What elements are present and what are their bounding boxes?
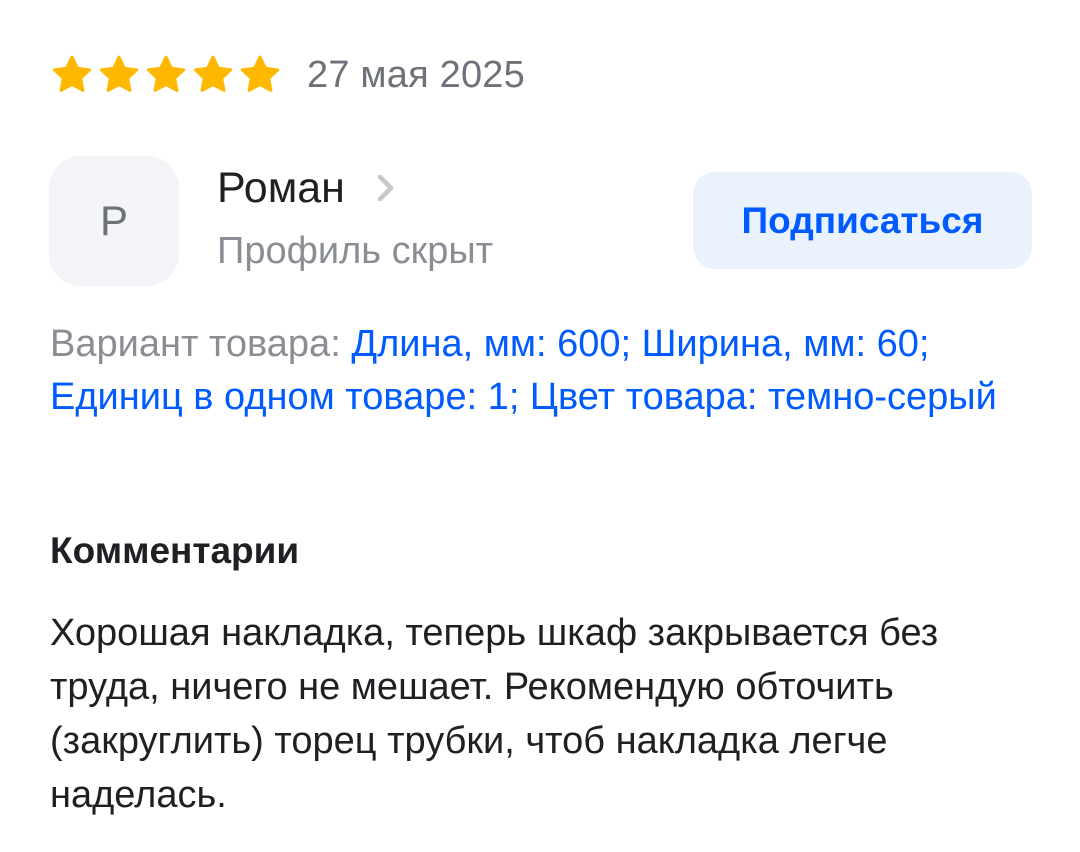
star-icon [144,53,188,97]
review-date: 27 мая 2025 [307,53,525,96]
avatar-letter: Р [99,197,128,244]
author-name[interactable]: Роман [217,164,345,213]
author-info: Роман Профиль скрыт [217,160,493,273]
profile-status: Профиль скрыт [217,230,494,272]
author-profile-link[interactable]: Роман [217,160,493,216]
avatar[interactable]: Р [49,156,179,286]
subscribe-button[interactable]: Подписаться [693,172,1032,269]
star-icon [97,53,141,97]
comment-text: Хорошая накладка, теперь шкаф закрываетс… [50,612,939,816]
review-card: 27 мая 2025 Р Роман Профиль скрыт Подпис… [0,0,1080,852]
product-variant: Вариант товара: Длина, мм: 600; Ширина, … [50,318,1040,424]
rating-row: 27 мая 2025 [50,50,525,100]
star-rating [50,53,285,97]
star-icon [238,53,282,97]
chevron-right-icon[interactable] [375,173,397,203]
comments-heading: Комментарии [50,530,300,571]
star-icon [50,53,94,97]
variant-label: Вариант товара: [50,323,341,365]
star-icon [191,53,235,97]
